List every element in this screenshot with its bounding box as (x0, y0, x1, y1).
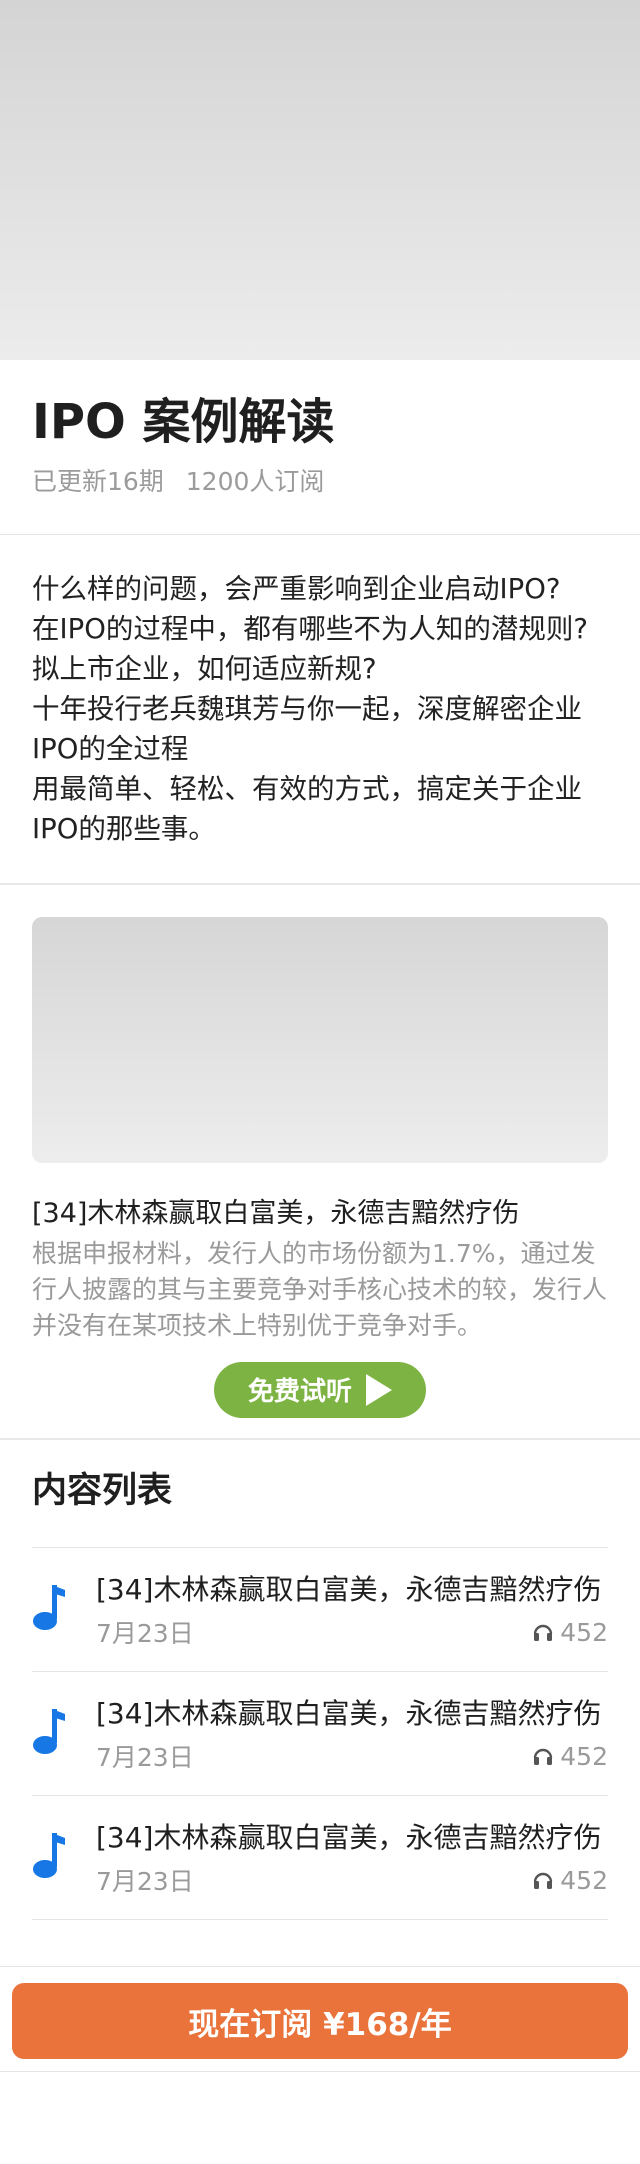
headphones-icon (534, 1624, 553, 1642)
free-listen-label: 免费试听 (247, 1377, 352, 1408)
subscriber-count: 1200人订阅 (185, 466, 325, 496)
course-cover-image (0, 0, 640, 360)
update-count: 已更新16期 (32, 466, 164, 496)
list-item[interactable]: [34]木林森赢取白富美，永德吉黯然疗伤 7月23日 452 (32, 1672, 608, 1796)
music-note-icon (32, 1831, 96, 1883)
description-line: 什么样的问题，会严重影响到企业启动IPO? (32, 572, 561, 605)
free-listen-button[interactable]: 免费试听 (214, 1361, 426, 1418)
free-trial-section: [34]木林森赢取白富美，永德吉黯然疗伤 根据申报材料，发行人的市场份额为1.7… (0, 885, 640, 1440)
list-item-date: 7月23日 (96, 1867, 194, 1897)
list-item[interactable]: [34]木林森赢取白富美，永德吉黯然疗伤 7月23日 452 (32, 1548, 608, 1672)
subscribe-bar: 现在订阅 ¥168/年 (0, 1966, 640, 2072)
description-line: 拟上市企业，如何适应新规? (32, 652, 377, 685)
list-item-title: [34]木林森赢取白富美，永德吉黯然疗伤 (96, 1573, 602, 1607)
course-header: IPO 案例解读 已更新16期 1200人订阅 (0, 360, 640, 535)
list-item-title: [34]木林森赢取白富美，永德吉黯然疗伤 (96, 1697, 602, 1731)
play-icon (366, 1373, 392, 1406)
play-count: 452 (560, 1741, 608, 1771)
course-description: 什么样的问题，会严重影响到企业启动IPO? 在IPO的过程中，都有哪些不为人知的… (0, 535, 640, 885)
subscribe-button[interactable]: 现在订阅 ¥168/年 (12, 1983, 628, 2059)
description-line: 十年投行老兵魏琪芳与你一起，深度解密企业IPO的全过程 (32, 692, 582, 765)
list-item-date: 7月23日 (96, 1743, 194, 1773)
trial-episode-title: [34]木林森赢取白富美，永德吉黯然疗伤 (32, 1197, 520, 1229)
content-list: 内容列表 [34]木林森赢取白富美，永德吉黯然疗伤 7月23日 452 [34]… (0, 1440, 640, 1920)
music-note-icon (32, 1707, 96, 1759)
trial-cover-image (32, 916, 608, 1163)
list-item-title: [34]木林森赢取白富美，永德吉黯然疗伤 (96, 1821, 602, 1855)
music-note-icon (32, 1583, 96, 1635)
headphones-icon (534, 1872, 553, 1890)
headphones-icon (534, 1748, 553, 1766)
course-title: IPO 案例解读 (32, 394, 335, 450)
trial-episode-summary: 根据申报材料，发行人的市场份额为1.7%，通过发行人披露的其与主要竞争对手核心技… (32, 1238, 608, 1340)
description-line: 在IPO的过程中，都有哪些不为人知的潜规则? (32, 612, 588, 645)
description-line: 用最简单、轻松、有效的方式，搞定关于企业IPO的那些事。 (32, 772, 582, 845)
course-meta: 已更新16期 1200人订阅 (32, 462, 608, 498)
play-count: 452 (560, 1865, 608, 1895)
content-list-heading: 内容列表 (32, 1440, 608, 1548)
play-count: 452 (560, 1617, 608, 1647)
list-item[interactable]: [34]木林森赢取白富美，永德吉黯然疗伤 7月23日 452 (32, 1796, 608, 1920)
list-item-date: 7月23日 (96, 1619, 194, 1649)
